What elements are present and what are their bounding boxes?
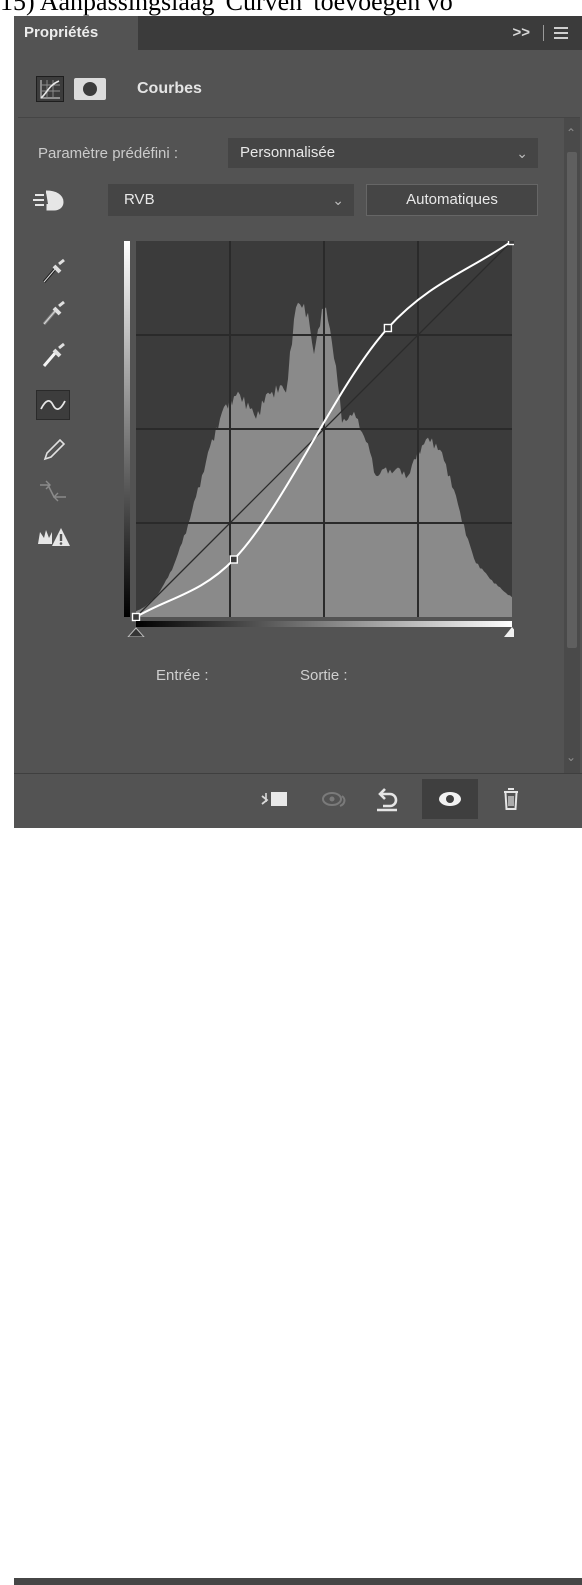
black-point-slider[interactable] <box>127 627 145 637</box>
divider <box>543 25 544 41</box>
curve-control-point[interactable] <box>507 241 515 246</box>
curve-control-point[interactable] <box>131 612 141 622</box>
output-label: Sortie : <box>300 667 348 684</box>
pencil-icon[interactable] <box>36 434 70 464</box>
curve-points-icon[interactable] <box>36 390 70 420</box>
sample-gray-eyedropper-icon[interactable] <box>36 298 70 328</box>
sample-black-eyedropper-icon[interactable] <box>36 256 70 286</box>
chevron-down-icon: ⌄ <box>516 145 528 161</box>
preset-value: Personnalisée <box>240 144 336 161</box>
auto-button[interactable]: Automatiques <box>366 184 538 216</box>
bottom-edge <box>14 1578 582 1585</box>
panel-tab-bar: Propriétés >> <box>14 16 582 50</box>
curve-control-point[interactable] <box>229 555 239 564</box>
delete-icon[interactable] <box>494 782 528 816</box>
curves-graph[interactable] <box>124 241 514 637</box>
clipping-warning-icon[interactable] <box>36 522 70 552</box>
smooth-curve-icon <box>36 476 70 506</box>
preset-label: Paramètre prédéfini : <box>38 145 179 162</box>
channel-value: RVB <box>124 191 155 208</box>
vertical-scrollbar[interactable]: ⌃ ⌄ <box>564 118 580 774</box>
adjustment-title: Courbes <box>137 80 202 97</box>
scroll-down-icon[interactable]: ⌄ <box>566 750 576 764</box>
channel-dropdown[interactable]: RVB ⌄ <box>108 184 354 216</box>
curves-adjustment-icon[interactable] <box>36 76 64 102</box>
chevron-down-icon: ⌄ <box>332 192 344 208</box>
scroll-thumb[interactable] <box>567 152 577 648</box>
clip-to-layer-icon[interactable] <box>258 782 292 816</box>
properties-panel: Propriétés >> Courbes Paramètre prédéfin… <box>14 16 582 1585</box>
input-gradient-bar <box>136 621 512 627</box>
white-point-slider[interactable] <box>504 627 514 637</box>
view-previous-state-icon[interactable] <box>318 782 352 816</box>
layer-mask-icon[interactable] <box>74 78 106 100</box>
sample-white-eyedropper-icon[interactable] <box>36 340 70 370</box>
properties-body: Paramètre prédéfini : Personnalisée ⌄ RV… <box>18 117 580 774</box>
caption-text: 15) Aanpassingslaag 'Curven' toevoegen v… <box>0 0 582 16</box>
targeted-adjustment-icon[interactable] <box>32 187 66 213</box>
panel-menu-icon[interactable] <box>554 27 568 39</box>
collapse-panel-icon[interactable]: >> <box>512 16 530 50</box>
output-gradient-bar <box>124 241 130 617</box>
input-label: Entrée : <box>156 667 209 684</box>
panel-footer <box>14 773 582 1585</box>
tab-properties[interactable]: Propriétés <box>14 16 138 50</box>
preset-dropdown[interactable]: Personnalisée ⌄ <box>228 138 538 168</box>
reset-icon[interactable] <box>370 782 404 816</box>
visibility-toggle[interactable] <box>422 779 478 819</box>
curve-control-point[interactable] <box>383 323 393 333</box>
scroll-up-icon[interactable]: ⌃ <box>566 126 576 140</box>
visibility-eye-icon <box>439 792 461 806</box>
